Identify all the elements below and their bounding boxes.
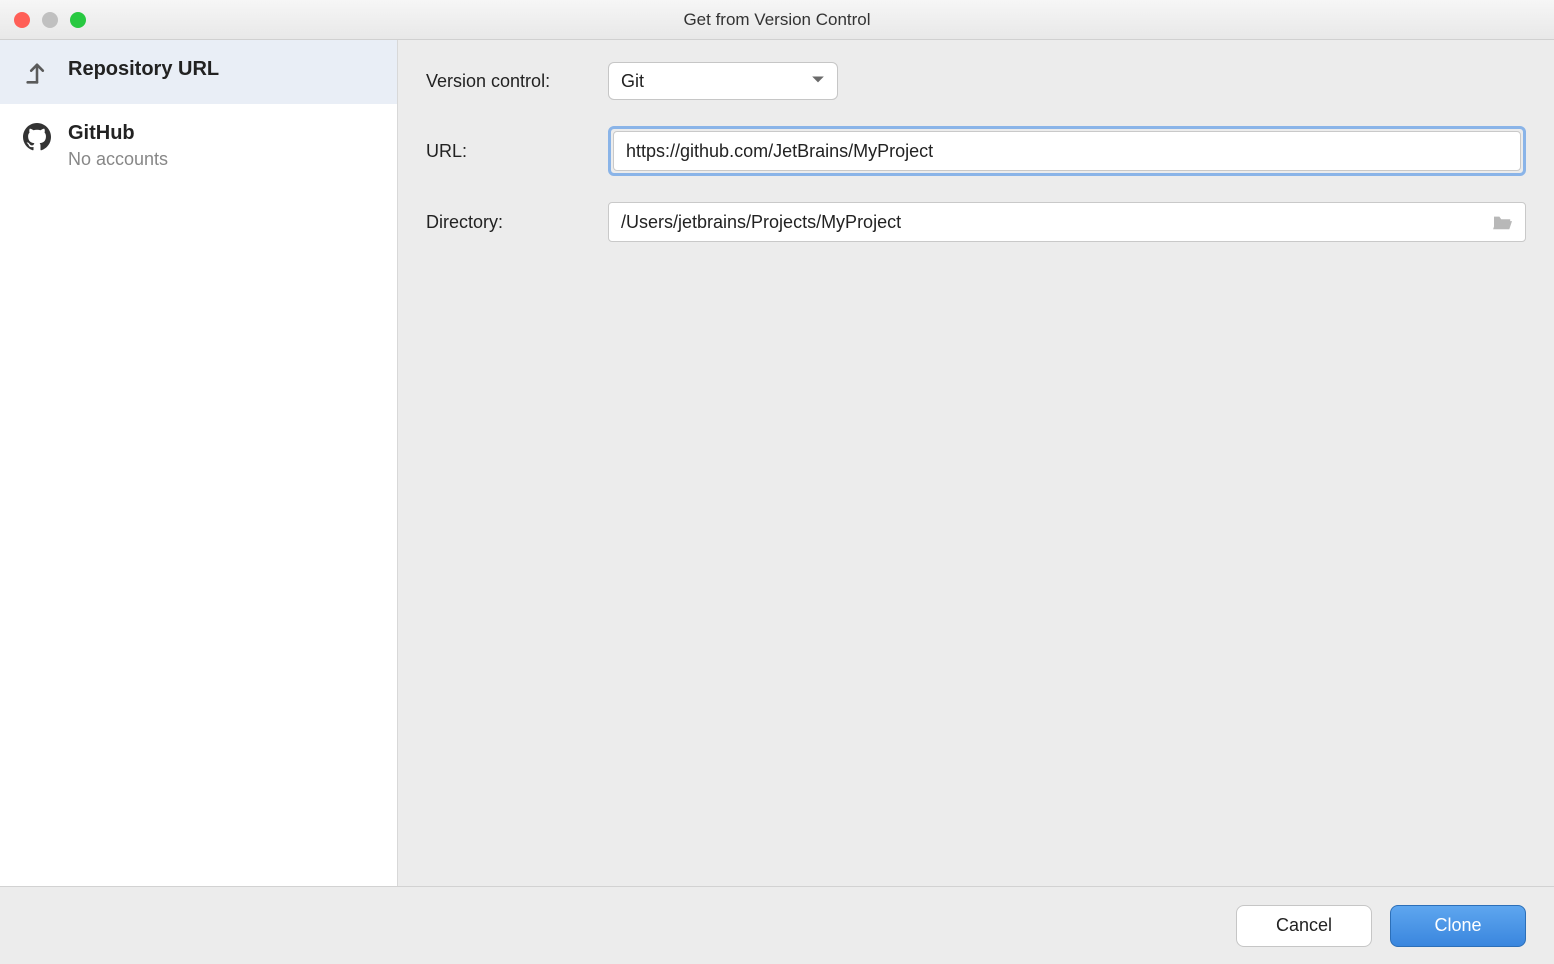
- dialog-content: Repository URL GitHub No accounts Versio…: [0, 40, 1554, 886]
- sidebar-item-sub: No accounts: [68, 149, 168, 170]
- sidebar-item-label: GitHub: [68, 122, 168, 145]
- minimize-window-button[interactable]: [42, 12, 58, 28]
- url-row: URL:: [426, 126, 1526, 176]
- sidebar-item-text: GitHub No accounts: [68, 122, 168, 170]
- chevron-down-icon: [811, 72, 825, 90]
- sidebar-item-github[interactable]: GitHub No accounts: [0, 104, 397, 186]
- vcs-row: Version control: Git: [426, 62, 1526, 100]
- main-panel: Version control: Git URL: Directory:: [398, 40, 1554, 886]
- sidebar: Repository URL GitHub No accounts: [0, 40, 398, 886]
- repo-url-icon: [22, 58, 52, 88]
- vcs-select-value: Git: [621, 71, 644, 92]
- cancel-button[interactable]: Cancel: [1236, 905, 1372, 947]
- folder-open-icon: [1492, 213, 1514, 231]
- close-window-button[interactable]: [14, 12, 30, 28]
- clone-button[interactable]: Clone: [1390, 905, 1526, 947]
- maximize-window-button[interactable]: [70, 12, 86, 28]
- github-icon: [22, 122, 52, 152]
- sidebar-item-text: Repository URL: [68, 58, 219, 81]
- url-label: URL:: [426, 141, 608, 162]
- browse-folder-button[interactable]: [1481, 213, 1525, 231]
- directory-label: Directory:: [426, 212, 608, 233]
- titlebar: Get from Version Control: [0, 0, 1554, 40]
- sidebar-item-repository-url[interactable]: Repository URL: [0, 40, 397, 104]
- vcs-select[interactable]: Git: [608, 62, 838, 100]
- url-focus-ring: [608, 126, 1526, 176]
- directory-input[interactable]: [609, 203, 1481, 241]
- window-title: Get from Version Control: [683, 10, 870, 30]
- url-input[interactable]: [613, 131, 1521, 171]
- directory-field-wrap: [608, 202, 1526, 242]
- dialog-footer: Cancel Clone: [0, 886, 1554, 964]
- window-controls: [0, 12, 86, 28]
- sidebar-item-label: Repository URL: [68, 58, 219, 81]
- directory-row: Directory:: [426, 202, 1526, 242]
- vcs-label: Version control:: [426, 71, 608, 92]
